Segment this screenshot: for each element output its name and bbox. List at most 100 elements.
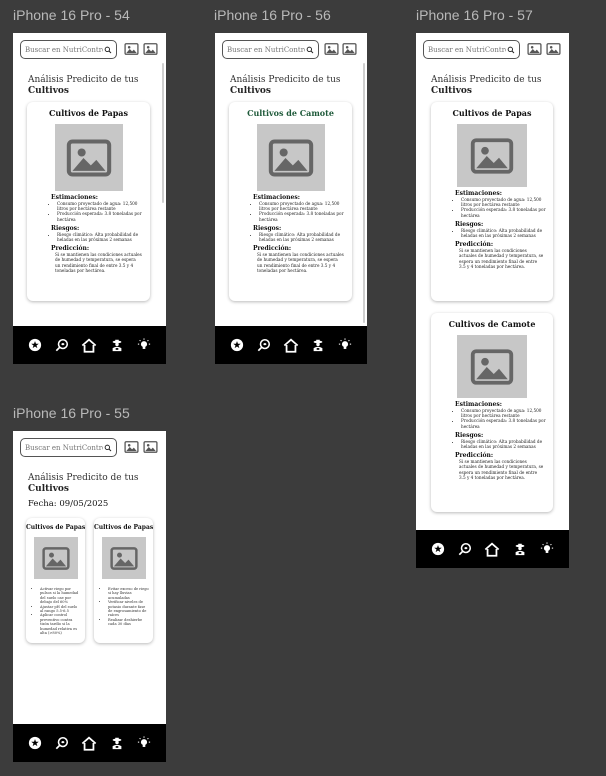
estimaciones-list: Consumo proyectado de agua: 12,500 litro… [53, 201, 144, 222]
frame-56: Análisis Predicito de tusCultivos Cultiv… [215, 33, 367, 364]
page-title: Análisis Predicito de tus Cultivos [28, 75, 139, 96]
lightbulb-icon[interactable] [337, 337, 353, 353]
frame-55: Análisis Predicito de tusCultivos Fecha:… [13, 431, 166, 762]
riesgos-list: Riesgo climático: Alta probabilidad de h… [255, 232, 346, 242]
frame-57: Análisis Predicito de tusCultivos Cultiv… [416, 33, 569, 568]
section-label: Estimaciones: [455, 190, 502, 197]
image-icon [109, 545, 139, 572]
frame-title-56: iPhone 16 Pro - 56 [214, 7, 331, 23]
crop-card-papas[interactable]: Cultivos de Papas Estimaciones: Consumo … [27, 102, 150, 301]
image-icon[interactable] [324, 42, 339, 56]
list-item: Riesgo climático: Alta probabilidad de h… [461, 439, 547, 449]
riesgos-list: Riesgo climático: Alta probabilidad de h… [457, 228, 547, 238]
search-icon[interactable] [103, 443, 112, 452]
star-icon[interactable] [229, 337, 245, 353]
search-bar[interactable] [20, 40, 117, 59]
search-bar[interactable] [20, 438, 117, 457]
list-item: Producción esperada: 3.8 toneladas por h… [461, 207, 547, 217]
image-placeholder [33, 537, 78, 579]
crop-card-camote[interactable]: Cultivos de Camote Estimaciones: Consumo… [431, 313, 553, 512]
search-input[interactable] [25, 443, 103, 452]
mini-card[interactable]: Cultivos de Papas Evitar exceso de riego… [94, 518, 153, 643]
card-title: Cultivos de Papas [49, 108, 128, 118]
image-icon[interactable] [143, 42, 158, 56]
frame-54: Análisis Predicito de tusCultivos Cultiv… [13, 33, 166, 364]
card-title: Cultivos de Camote [247, 108, 334, 118]
farmer-icon[interactable] [512, 541, 528, 557]
search-leaf-icon[interactable] [256, 337, 272, 353]
list-item: Evitar exceso de riego si hay lluvias ac… [108, 587, 149, 600]
image-icon[interactable] [124, 440, 139, 454]
image-placeholder [457, 124, 527, 187]
star-icon[interactable] [27, 735, 43, 751]
image-icon[interactable] [124, 42, 139, 56]
crop-card-papas[interactable]: Cultivos de Papas Estimaciones: Consumo … [431, 102, 553, 301]
image-placeholder [256, 124, 325, 191]
star-icon[interactable] [430, 541, 446, 557]
search-bar[interactable] [222, 40, 319, 59]
list-item: Aplicar control preventivo contra tizón … [40, 613, 81, 635]
search-bar[interactable] [423, 40, 520, 59]
star-icon[interactable] [27, 337, 43, 353]
image-icon [65, 136, 113, 180]
card-title: Cultivos de Camote [448, 319, 536, 329]
search-leaf-icon[interactable] [457, 541, 473, 557]
page-title: Análisis Predicito de tus Cultivos [431, 75, 542, 96]
frame-title-57: iPhone 16 Pro - 57 [416, 7, 533, 23]
image-placeholder [101, 537, 146, 579]
list-item: Riesgo climático: Alta probabilidad de h… [259, 232, 346, 242]
section-label: Riesgos: [455, 220, 484, 228]
lightbulb-icon[interactable] [136, 337, 152, 353]
farmer-icon[interactable] [109, 735, 125, 751]
list-item: Consumo proyectado de agua: 12,500 litro… [259, 201, 346, 211]
search-input[interactable] [227, 45, 305, 54]
bottom-nav [13, 326, 166, 364]
crop-card-camote[interactable]: Cultivos de Camote Estimaciones: Consumo… [229, 102, 352, 301]
section-label: Riesgos: [455, 431, 484, 439]
home-icon[interactable] [283, 337, 299, 353]
bottom-nav [13, 724, 166, 762]
list-item: Consumo proyectado de agua: 12,500 litro… [461, 197, 547, 207]
frame-title-55: iPhone 16 Pro - 55 [13, 405, 130, 421]
card-title: Cultivos de Papas [94, 524, 153, 531]
search-leaf-icon[interactable] [54, 337, 70, 353]
image-icon [267, 136, 315, 180]
farmer-icon[interactable] [310, 337, 326, 353]
search-icon[interactable] [305, 45, 314, 54]
search-leaf-icon[interactable] [54, 735, 70, 751]
home-icon[interactable] [484, 541, 500, 557]
section-label: Predicción: [253, 245, 292, 253]
image-icon[interactable] [546, 42, 561, 56]
image-placeholder [457, 335, 527, 398]
estimaciones-list: Consumo proyectado de agua: 12,500 litro… [457, 408, 547, 429]
list-item: Producción esperada: 3.8 toneladas por h… [461, 418, 547, 428]
page-title: Análisis Predicito de tus Cultivos [230, 75, 341, 96]
lightbulb-icon[interactable] [539, 541, 555, 557]
scrollbar[interactable] [162, 63, 164, 203]
scrollbar[interactable] [363, 63, 365, 323]
image-icon [41, 545, 71, 572]
search-input[interactable] [428, 45, 506, 54]
image-icon [468, 135, 516, 177]
image-icon[interactable] [527, 42, 542, 56]
section-label: Estimaciones: [253, 194, 300, 201]
riesgos-list: Riesgo climático: Alta probabilidad de h… [457, 439, 547, 449]
image-icon[interactable] [143, 440, 158, 454]
farmer-icon[interactable] [109, 337, 125, 353]
card-title: Cultivos de Papas [26, 524, 85, 531]
list-item: Realizar deshierbe cada 30 días [108, 618, 149, 627]
search-icon[interactable] [506, 45, 515, 54]
image-icon[interactable] [342, 42, 357, 56]
lightbulb-icon[interactable] [136, 735, 152, 751]
search-input[interactable] [25, 45, 103, 54]
search-icon[interactable] [103, 45, 112, 54]
list-item: Activar riego por pulsos si la humedad d… [40, 587, 81, 605]
bottom-nav [416, 530, 569, 568]
home-icon[interactable] [81, 735, 97, 751]
list-item: Producción esperada: 3.8 toneladas por h… [259, 211, 346, 221]
home-icon[interactable] [81, 337, 97, 353]
list-item: Riesgo climático: Alta probabilidad de h… [57, 232, 144, 242]
mini-card[interactable]: Cultivos de Papas Activar riego por puls… [26, 518, 85, 643]
estimaciones-list: Consumo proyectado de agua: 12,500 litro… [255, 201, 346, 222]
section-label: Riesgos: [253, 224, 282, 232]
